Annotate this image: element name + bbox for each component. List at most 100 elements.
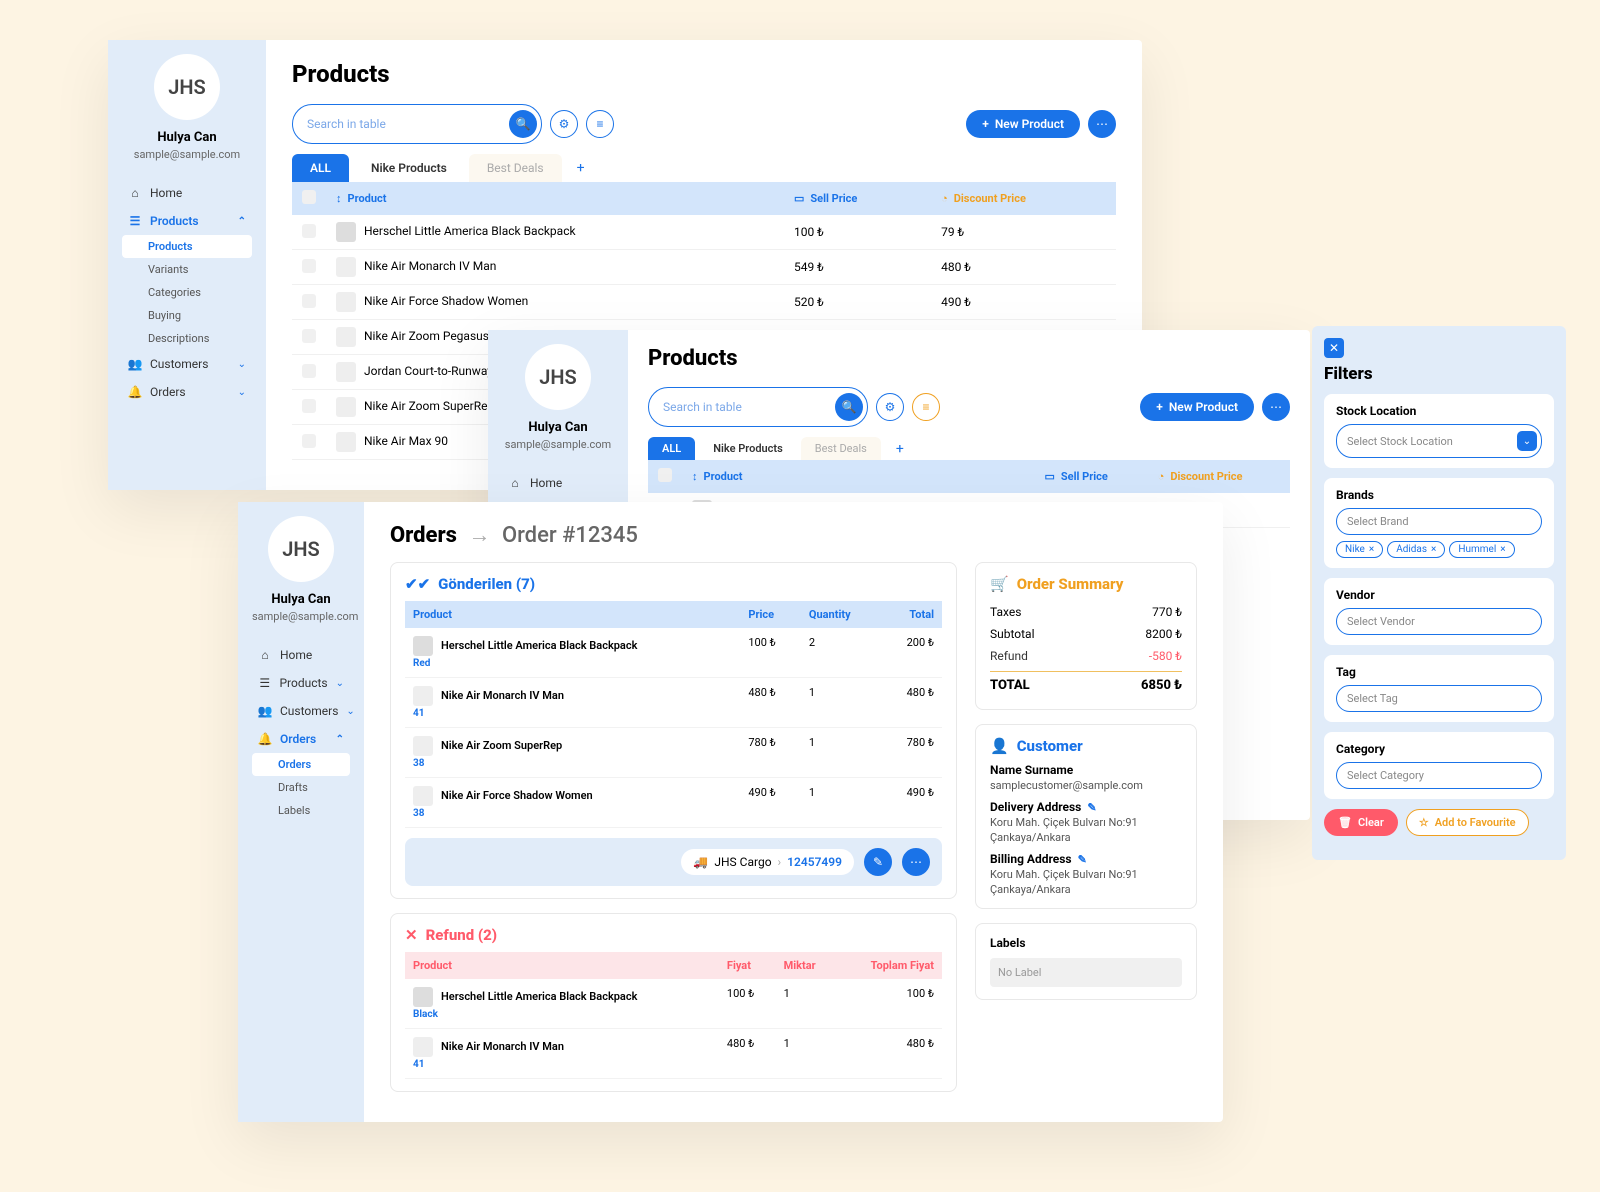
edit-icon[interactable]: ✎ — [864, 848, 892, 876]
tab-nike[interactable]: Nike Products — [699, 437, 797, 460]
checkbox[interactable] — [302, 364, 316, 378]
chip-nike[interactable]: Nike× — [1336, 541, 1383, 558]
search-icon[interactable]: 🔍 — [835, 393, 863, 421]
new-product-label: New Product — [1169, 400, 1238, 414]
x-icon[interactable]: × — [1431, 544, 1436, 555]
chevron-down-icon: ⌄ — [238, 387, 246, 398]
sidebar-sub-buying[interactable]: Buying — [122, 304, 252, 327]
sidebar-item-orders[interactable]: 🔔Orders⌃ — [252, 725, 350, 753]
table-row[interactable]: Nike Air Monarch IV Man41480 ₺1480 ₺ — [405, 1029, 942, 1079]
checkbox[interactable] — [302, 329, 316, 343]
billing-address-2: Çankaya/Ankara — [990, 883, 1182, 896]
checkbox[interactable] — [302, 294, 316, 308]
edit-icon[interactable]: ✎ — [1087, 801, 1096, 814]
labels-empty[interactable]: No Label — [990, 958, 1182, 987]
billing-address-1: Koru Mah. Çiçek Bulvarı No:91 — [990, 868, 1182, 881]
table-row[interactable]: Herschel Little America Black BackpackBl… — [405, 979, 942, 1029]
sidebar-item-orders[interactable]: 🔔Orders⌄ — [122, 378, 252, 406]
settings-icon[interactable]: ⚙ — [550, 110, 578, 138]
table-row[interactable]: Nike Air Monarch IV Man549 ₺480 ₺ — [292, 250, 1116, 285]
more-icon[interactable]: ⋯ — [902, 848, 930, 876]
labels-card: Labels No Label — [975, 923, 1197, 1000]
sidebar-sub-variants[interactable]: Variants — [122, 258, 252, 281]
checkbox-all[interactable] — [658, 468, 672, 482]
tab-nike[interactable]: Nike Products — [353, 154, 465, 182]
table-row[interactable]: Nike Air Force Shadow Women38490 ₺1490 ₺ — [405, 778, 942, 828]
more-icon[interactable]: ⋯ — [1262, 393, 1290, 421]
user-email: sample@sample.com — [122, 148, 252, 161]
cargo-pill[interactable]: 🚚JHS Cargo›12457499 — [681, 849, 854, 875]
col-product: Product — [405, 952, 719, 979]
sidebar-sub-labels[interactable]: Labels — [252, 799, 350, 822]
table-row[interactable]: Nike Air Zoom SuperRep38780 ₺1780 ₺ — [405, 728, 942, 778]
sidebar-item-home[interactable]: ⌂Home — [122, 179, 252, 207]
checkbox[interactable] — [302, 399, 316, 413]
breadcrumb-root[interactable]: Orders — [390, 523, 457, 548]
sidebar-item-customers[interactable]: 👥Customers⌄ — [122, 350, 252, 378]
sidebar-item-products[interactable]: ☰Products⌃ — [122, 207, 252, 235]
product-name: Herschel Little America Black Backpack — [441, 639, 637, 652]
search-field[interactable]: 🔍 — [292, 104, 542, 144]
search-field[interactable]: 🔍 — [648, 387, 868, 427]
bell-icon: 🔔 — [258, 732, 272, 746]
product-variant: Red — [413, 658, 430, 669]
table-row[interactable]: Herschel Little America Black Backpack Re… — [405, 628, 942, 678]
edit-icon[interactable]: ✎ — [1078, 853, 1087, 866]
more-icon[interactable]: ⋯ — [1088, 110, 1116, 138]
favourite-button[interactable]: ☆Add to Favourite — [1406, 809, 1529, 836]
col-qty: Quantity — [801, 601, 882, 628]
sliders-icon[interactable]: ≡ — [912, 393, 940, 421]
bell-icon: 🔔 — [128, 385, 142, 399]
tab-all[interactable]: ALL — [648, 437, 695, 460]
sidebar-item-products[interactable]: ☰Products⌄ — [252, 669, 350, 697]
vendor-select[interactable]: Select Vendor — [1336, 608, 1542, 635]
close-icon[interactable]: ✕ — [1324, 338, 1344, 358]
sidebar-item-label: Products — [279, 676, 327, 690]
search-input[interactable] — [663, 400, 835, 414]
orders-window: JHS Hulya Can sample@sample.com ⌂Home ☰P… — [238, 502, 1223, 1122]
brand-select[interactable]: Select Brand — [1336, 508, 1542, 535]
tab-best[interactable]: Best Deals — [801, 437, 881, 460]
clear-button[interactable]: 🗑Clear — [1324, 809, 1398, 836]
col-price: Fiyat — [719, 952, 776, 979]
tab-all[interactable]: ALL — [292, 154, 349, 182]
table-row[interactable]: Nike Air Monarch IV Man41480 ₺1480 ₺ — [405, 678, 942, 728]
settings-icon[interactable]: ⚙ — [876, 393, 904, 421]
x-icon[interactable]: × — [1369, 544, 1374, 555]
sidebar-sub-orders[interactable]: Orders — [252, 753, 350, 776]
table-row[interactable]: Herschel Little America Black Backpack10… — [292, 215, 1116, 250]
sidebar-sub-products[interactable]: Products — [122, 235, 252, 258]
search-input[interactable] — [307, 117, 509, 131]
sidebar-item-home[interactable]: ⌂Home — [502, 469, 614, 497]
new-product-button[interactable]: +New Product — [1140, 393, 1254, 421]
chip-adidas[interactable]: Adidas× — [1387, 541, 1445, 558]
x-icon[interactable]: × — [1500, 544, 1505, 555]
toolbar: 🔍 ⚙ ≡ +New Product ⋯ — [292, 104, 1116, 144]
category-select[interactable]: Select Category — [1336, 762, 1542, 789]
tab-add[interactable]: + — [885, 441, 915, 457]
sidebar-item-customers[interactable]: 👥Customers⌄ — [252, 697, 350, 725]
tab-best[interactable]: Best Deals — [469, 154, 562, 182]
stock-select[interactable]: Select Stock Location⌄ — [1336, 424, 1542, 458]
chip-hummel[interactable]: Hummel× — [1449, 541, 1514, 558]
checkbox[interactable] — [302, 259, 316, 273]
sliders-icon[interactable]: ≡ — [586, 110, 614, 138]
new-product-button[interactable]: +New Product — [966, 110, 1080, 138]
sidebar-sub-categories[interactable]: Categories — [122, 281, 252, 304]
checkbox[interactable] — [302, 224, 316, 238]
tracking-number[interactable]: 12457499 — [787, 855, 842, 869]
checkbox[interactable] — [302, 434, 316, 448]
tab-add[interactable]: + — [566, 160, 596, 176]
sidebar-sub-descriptions[interactable]: Descriptions — [122, 327, 252, 350]
col-product: Product — [348, 192, 387, 205]
sidebar-item-home[interactable]: ⌂Home — [252, 641, 350, 669]
product-name: Nike Air Zoom SuperRep — [441, 739, 562, 752]
sidebar-sub-drafts[interactable]: Drafts — [252, 776, 350, 799]
tag-icon: ▭ — [794, 192, 804, 205]
search-icon[interactable]: 🔍 — [509, 110, 537, 138]
table-row[interactable]: Nike Air Force Shadow Women520 ₺490 ₺ — [292, 285, 1116, 320]
product-name: Nike Air Monarch IV Man — [441, 1040, 564, 1053]
checkbox-all[interactable] — [302, 190, 316, 204]
sidebar-item-label: Home — [530, 476, 562, 490]
tag-select[interactable]: Select Tag — [1336, 685, 1542, 712]
